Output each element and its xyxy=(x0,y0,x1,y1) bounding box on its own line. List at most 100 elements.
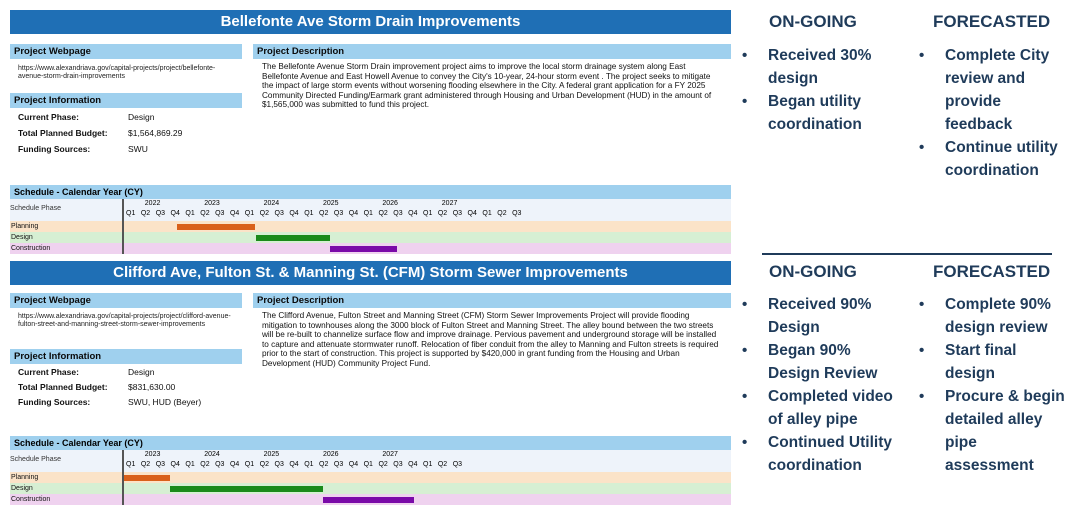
project-1-webpage-label: Project Webpage xyxy=(10,44,242,59)
gantt-quarter-label: Q3 xyxy=(452,461,463,468)
project-1-funding-row: Funding Sources: SWU xyxy=(10,144,242,156)
gantt-quarter-label: Q2 xyxy=(319,210,329,217)
project-1-info-label: Project Information xyxy=(10,93,242,108)
gantt-year-label: 2022 xyxy=(144,200,161,207)
project-1-gantt: Schedule Phase 2022 2023 2024 2025 2026 2027 Q1… xyxy=(10,199,731,254)
status-1-forecasted-item: Continue utility coordination xyxy=(917,136,1065,182)
project-2-info-label: Project Information xyxy=(10,349,242,364)
status-2-ongoing-item: Continued Utility coordination xyxy=(740,431,900,477)
status-2-ongoing-list: Received 90% DesignBegan 90% Design Revi… xyxy=(740,293,900,477)
gantt-quarter-label: Q4 xyxy=(170,461,180,468)
gantt-quarter-label: Q2 xyxy=(378,210,388,217)
project-1-phase-row: Current Phase: Design xyxy=(10,112,242,124)
gantt-quarter-label: Q2 xyxy=(200,210,210,217)
status-1-ongoing-list: Received 30% designBegan utility coordin… xyxy=(740,44,900,136)
funding-value: SWU xyxy=(128,144,148,154)
gantt-lane-planning: Planning xyxy=(10,472,731,483)
schedule-phase-label: Schedule Phase xyxy=(10,205,61,212)
gantt-year-label: 2025 xyxy=(322,200,339,207)
project-1-schedule-label: Schedule - Calendar Year (CY) xyxy=(10,185,731,199)
gantt-bar-planning xyxy=(124,475,171,481)
status-2-forecasted-item: Complete 90% design review xyxy=(917,293,1065,339)
funding-value: SWU, HUD (Beyer) xyxy=(128,397,202,407)
gantt-quarter-label: Q1 xyxy=(482,210,492,217)
schedule-phase-label: Schedule Phase xyxy=(10,456,61,463)
gantt-quarter-label: Q4 xyxy=(170,210,180,217)
gantt-quarter-label: Q4 xyxy=(229,461,240,468)
gantt-quarter-label: Q3 xyxy=(393,461,403,468)
phase-key: Current Phase: xyxy=(18,112,79,122)
gantt-quarter-label: Q2 xyxy=(140,210,151,217)
project-2-webpage-label: Project Webpage xyxy=(10,293,242,308)
gantt-quarter-label: Q2 xyxy=(497,210,507,217)
gantt-quarter-label: Q3 xyxy=(274,210,284,217)
gantt-quarter-label: Q3 xyxy=(333,461,344,468)
project-1-webpage-link[interactable]: https://www.alexandriava.gov/capital-pro… xyxy=(18,65,236,81)
gantt-quarter-label: Q1 xyxy=(304,461,314,468)
gantt-year-label: 2027 xyxy=(382,451,398,458)
gantt-quarter-label: Q3 xyxy=(333,210,344,217)
gantt-bar-construction xyxy=(330,246,398,252)
status-1-forecasted-item: Complete City review and provide feedbac… xyxy=(917,44,1065,136)
status-2-ongoing-item: Began 90% Design Review xyxy=(740,339,900,385)
gantt-quarter-label: Q1 xyxy=(363,461,373,468)
gantt-year-label: 2024 xyxy=(263,200,280,207)
gantt-quarter-label: Q1 xyxy=(244,461,255,468)
page-title-clipped xyxy=(0,0,732,4)
gantt-quarter-label: Q1 xyxy=(126,461,136,468)
gantt-quarter-label: Q4 xyxy=(348,210,359,217)
project-2-funding-row: Funding Sources: SWU, HUD (Beyer) xyxy=(10,397,242,409)
gantt-year-label: 2026 xyxy=(382,200,398,207)
gantt-quarter-label: Q2 xyxy=(437,461,448,468)
project-2-webpage-link[interactable]: https://www.alexandriava.gov/capital-pro… xyxy=(18,313,236,329)
gantt-year-label: 2027 xyxy=(441,200,458,207)
gantt-phase-label: Design xyxy=(11,485,33,492)
status-2-forecasted-heading: FORECASTED xyxy=(933,262,1051,281)
gantt-quarter-label: Q2 xyxy=(378,461,388,468)
gantt-bar-construction xyxy=(322,497,414,503)
gantt-quarter-label: Q2 xyxy=(200,461,210,468)
project-1-desc-label: Project Description xyxy=(253,44,731,59)
status-1-ongoing-heading: ON-GOING xyxy=(769,12,857,31)
gantt-quarter-label: Q1 xyxy=(304,210,314,217)
budget-key: Total Planned Budget: xyxy=(18,128,108,138)
gantt-bar-design xyxy=(256,235,331,241)
status-2-forecasted-item: Start final design xyxy=(917,339,1065,385)
gantt-quarter-label: Q3 xyxy=(155,461,166,468)
gantt-quarter-label: Q2 xyxy=(259,210,269,217)
project-2-budget-row: Total Planned Budget: $831,630.00 xyxy=(10,382,242,394)
project-1-description: The Bellefonte Avenue Storm Drain improv… xyxy=(262,62,712,110)
gantt-bar-planning xyxy=(177,224,255,230)
gantt-quarter-label: Q3 xyxy=(274,461,284,468)
gantt-quarter-label: Q3 xyxy=(512,210,522,217)
status-2-forecasted-item: Procure & begin detailed alley pipe asse… xyxy=(917,385,1065,477)
gantt-quarter-label: Q2 xyxy=(319,461,329,468)
phase-value: Design xyxy=(128,367,155,377)
budget-key: Total Planned Budget: xyxy=(18,382,108,392)
gantt-year-label: 2024 xyxy=(204,451,220,458)
gantt-quarter-label: Q3 xyxy=(452,210,463,217)
gantt-quarter-label: Q4 xyxy=(289,210,299,217)
project-2-desc-label: Project Description xyxy=(253,293,731,308)
gantt-quarter-label: Q3 xyxy=(215,461,225,468)
project-2-title: Clifford Ave, Fulton St. & Manning St. (… xyxy=(10,261,731,285)
phase-value: Design xyxy=(128,112,155,122)
status-2-ongoing-item: Completed video of alley pipe xyxy=(740,385,900,431)
gantt-quarter-label: Q1 xyxy=(126,210,136,217)
gantt-quarter-label: Q3 xyxy=(155,210,166,217)
gantt-lane-design: Design xyxy=(10,483,731,494)
gantt-phase-label: Planning xyxy=(11,223,39,230)
gantt-quarter-label: Q1 xyxy=(363,210,373,217)
funding-key: Funding Sources: xyxy=(18,397,91,407)
status-1-ongoing-item: Began utility coordination xyxy=(740,90,900,136)
gantt-quarter-label: Q1 xyxy=(185,210,195,217)
gantt-quarter-label: Q2 xyxy=(140,461,151,468)
status-1-forecasted-heading: FORECASTED xyxy=(933,12,1051,31)
gantt-bar-design xyxy=(170,486,323,492)
status-2-forecasted-list: Complete 90% design reviewStart final de… xyxy=(917,293,1065,477)
gantt-lane-planning: Planning xyxy=(10,221,731,232)
status-divider xyxy=(762,253,1052,255)
gantt-quarter-label: Q4 xyxy=(408,461,418,468)
gantt-year-label: 2025 xyxy=(263,451,280,458)
budget-value: $831,630.00 xyxy=(128,382,176,392)
